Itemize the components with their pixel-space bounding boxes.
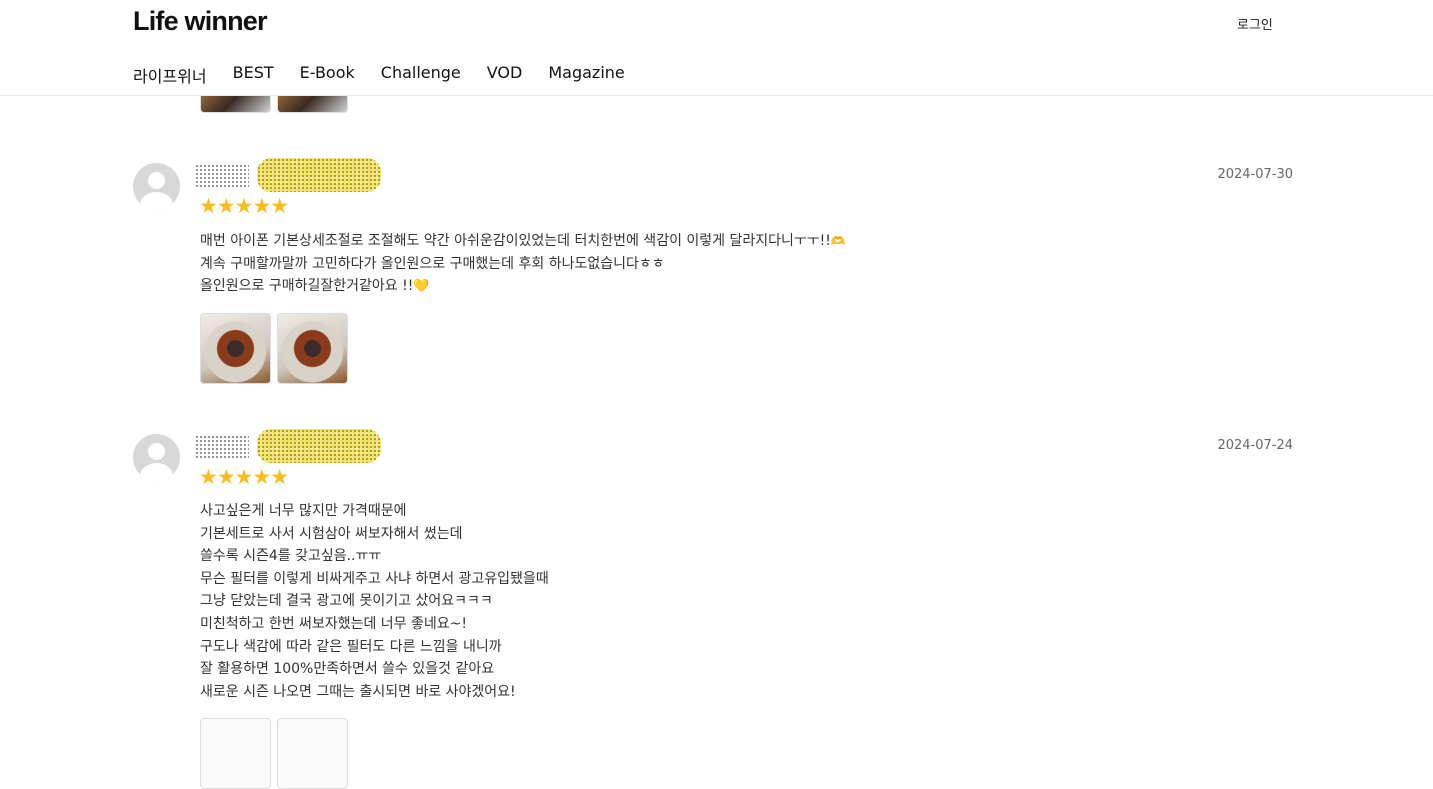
review-line: 그냥 닫았는데 결국 광고에 못이기고 샀어요ㅋㅋㅋ <box>200 593 493 610</box>
nickname-highlight-mask <box>257 429 381 463</box>
nickname-highlight-mask <box>257 158 381 192</box>
avatar-body <box>140 192 173 210</box>
avatar <box>133 163 180 210</box>
review-line: 미친척하고 한번 써보자했는데 너무 좋네요~! <box>200 615 467 632</box>
review-photo[interactable] <box>200 718 271 789</box>
nav-item-best[interactable]: BEST <box>233 63 274 87</box>
review-text: 매번 아이폰 기본상세조절로 조절해도 약간 아쉬운감이있었는데 터치한번에 색… <box>200 230 846 299</box>
site-header: Life winner 로그인 라이프위너 BEST E-Book Challe… <box>0 0 1433 96</box>
review-line: 매번 아이폰 기본상세조절로 조절해도 약간 아쉬운감이있었는데 터치한번에 색… <box>200 233 846 249</box>
star-rating: ★★★★★ <box>199 465 289 489</box>
nav-item-magazine[interactable]: Magazine <box>548 63 624 87</box>
review-line: 사고싶은게 너무 많지만 가격때문에 <box>200 503 407 519</box>
review-photos <box>200 313 348 384</box>
nav-item-vod[interactable]: VOD <box>487 63 523 87</box>
review-date: 2024-07-24 <box>1217 438 1293 453</box>
star-rating: ★★★★★ <box>199 194 289 218</box>
main-nav: 라이프위너 BEST E-Book Challenge VOD Magazine <box>133 63 625 87</box>
review-line: 새로운 시즌 나오면 그때는 출시되면 바로 사야겠어요! <box>200 683 516 700</box>
avatar-head <box>148 172 165 189</box>
login-link[interactable]: 로그인 <box>1237 14 1273 33</box>
masked-nickname <box>195 158 381 194</box>
review-line: 구도나 색감에 따라 같은 필터도 다른 느낌을 내니까 <box>200 638 502 655</box>
review-text: 사고싶은게 너무 많지만 가격때문에 기본세트로 사서 시험삼아 써보자해서 썼… <box>200 500 549 703</box>
nickname-mask <box>195 435 249 459</box>
review-photos <box>200 718 348 789</box>
review-line: 쓸수록 시즌4를 갖고싶음..ㅠㅠ <box>200 548 382 565</box>
yellow-heart-icon: 💛 <box>413 279 430 295</box>
nickname-mask <box>195 164 249 188</box>
review-line: 무슨 필터를 이렇게 비싸게주고 사냐 하면서 광고유입됐을때 <box>200 570 549 587</box>
review-line: 올인원으로 구매하길잘한거같아요 !!💛 <box>200 278 430 295</box>
review-line: 계속 구매할까말까 고민하다가 올인원으로 구매했는데 후회 하나도없습니다ㅎㅎ <box>200 255 665 272</box>
avatar-head <box>148 443 165 460</box>
nav-item-challenge[interactable]: Challenge <box>381 63 461 87</box>
review-line: 잘 활용하면 100%만족하면서 쓸수 있을것 같아요 <box>200 661 495 678</box>
hands-emoji-icon: 🫶 <box>830 234 846 248</box>
review-date: 2024-07-30 <box>1217 167 1293 182</box>
nav-item-lifewinner[interactable]: 라이프위너 <box>133 63 207 87</box>
review-photo[interactable] <box>277 718 348 789</box>
site-logo[interactable]: Life winner <box>133 6 268 37</box>
review-photo[interactable] <box>277 313 348 384</box>
avatar-body <box>140 463 173 481</box>
review-line: 기본세트로 사서 시험삼아 써보자해서 썼는데 <box>200 525 463 542</box>
nav-item-ebook[interactable]: E-Book <box>300 63 355 87</box>
avatar <box>133 434 180 481</box>
review-photo[interactable] <box>200 313 271 384</box>
masked-nickname <box>195 429 381 465</box>
